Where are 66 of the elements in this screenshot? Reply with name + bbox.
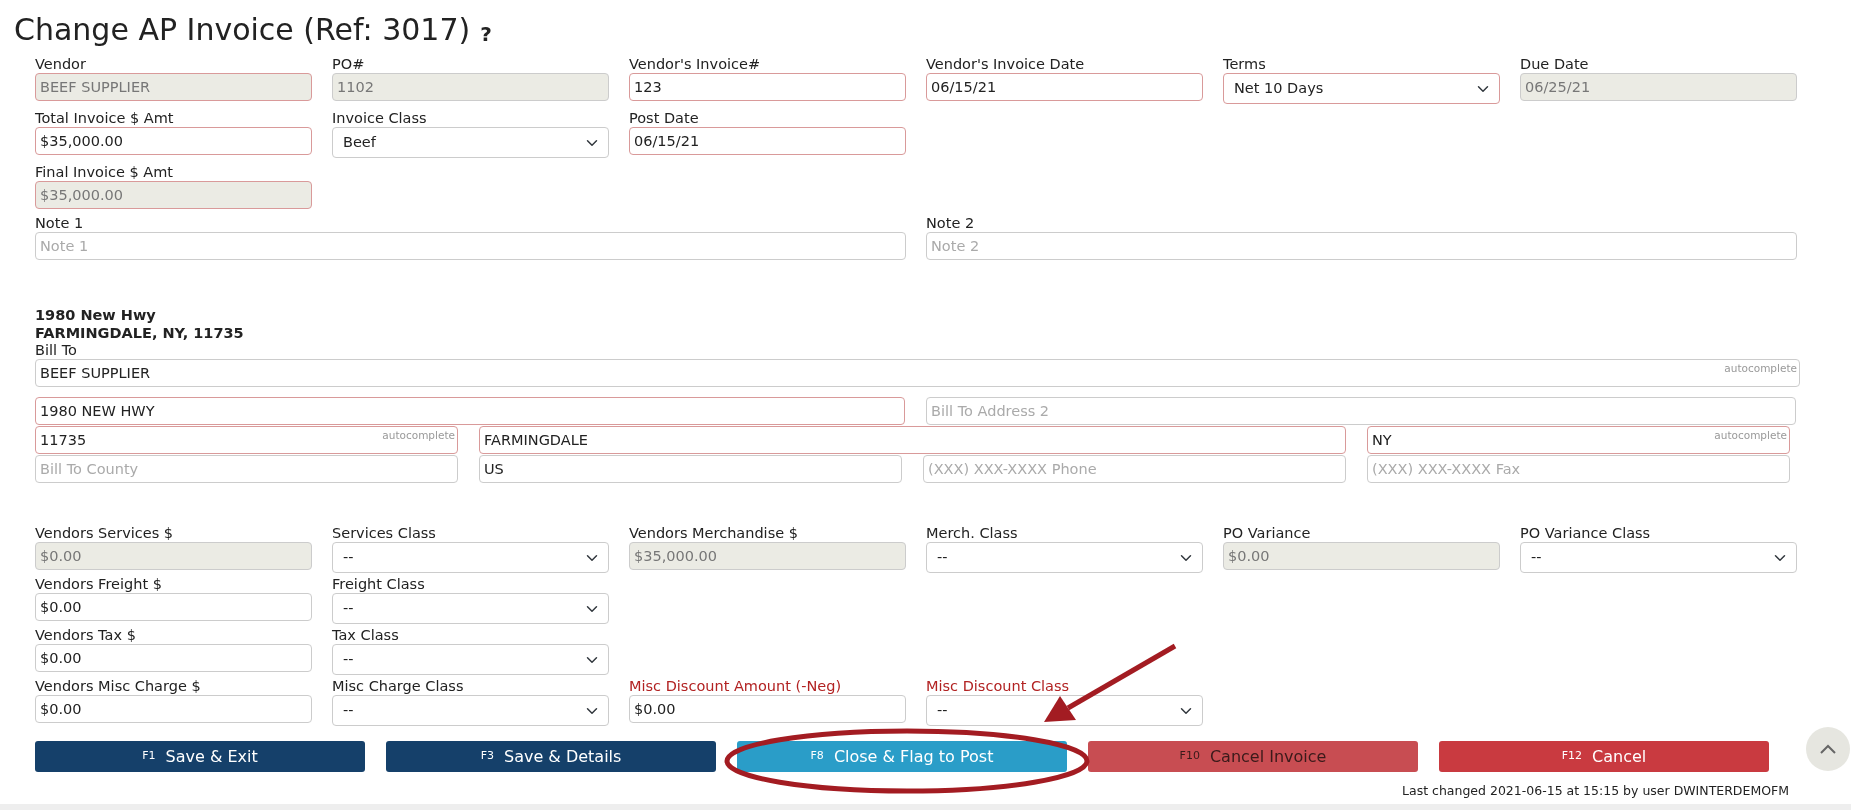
text-field[interactable]: 06/15/21 <box>926 73 1203 101</box>
field-label: Vendors Services $ <box>35 525 175 542</box>
field-label: Vendors Freight $ <box>35 576 163 593</box>
field-label: Vendor's Invoice# <box>629 56 762 73</box>
field-label: Note 2 <box>926 215 976 232</box>
last-changed-text: Last changed 2021-06-15 at 15:15 by user DWINTERDEMOFM <box>1401 782 1790 800</box>
action-button[interactable]: F12 Cancel <box>1439 741 1769 772</box>
field-label: Vendors Merchandise $ <box>629 525 799 542</box>
address-line: FARMINGDALE, NY, 11735 <box>35 324 245 342</box>
autocomplete-hint: autocomplete <box>1724 361 1797 376</box>
address-line: 1980 New Hwy <box>35 306 157 324</box>
field-label: Total Invoice $ Amt <box>35 110 175 127</box>
text-field[interactable]: $0.00 <box>35 695 312 723</box>
text-field[interactable]: 1980 NEW HWY <box>35 397 905 425</box>
field-label: Bill To <box>35 342 78 359</box>
dropdown[interactable]: -- <box>332 644 609 675</box>
dropdown[interactable]: -- <box>1520 542 1797 573</box>
text-field[interactable]: $0.00 <box>35 593 312 621</box>
field-label: Vendors Misc Charge $ <box>35 678 202 695</box>
text-field[interactable]: $35,000.00 <box>35 127 312 155</box>
action-button[interactable]: F3 Save & Details <box>386 741 716 772</box>
field-label: Misc Discount Amount (-Neg) <box>629 678 843 695</box>
field-label: Final Invoice $ Amt <box>35 164 175 181</box>
field-label: Misc Discount Class <box>926 678 1071 695</box>
scroll-to-top-button[interactable] <box>1806 727 1850 771</box>
page-title: Change AP Invoice (Ref: 3017) <box>14 12 471 48</box>
field-label: Note 1 <box>35 215 85 232</box>
field-label: Vendor's Invoice Date <box>926 56 1086 73</box>
field-label: PO Variance Class <box>1520 525 1652 542</box>
text-field[interactable]: $0.00 <box>629 695 906 723</box>
field-label: Services Class <box>332 525 437 542</box>
action-button[interactable]: F1 Save & Exit <box>35 741 365 772</box>
field-label: Invoice Class <box>332 110 428 127</box>
field-label: Tax Class <box>332 627 400 644</box>
text-field[interactable]: 123 <box>629 73 906 101</box>
field-label: Merch. Class <box>926 525 1019 542</box>
text-field[interactable]: Note 2 <box>926 232 1797 260</box>
text-field[interactable]: $0.00 <box>35 644 312 672</box>
text-field[interactable]: (XXX) XXX-XXXX Fax <box>1367 455 1790 483</box>
text-field[interactable]: (XXX) XXX-XXXX Phone <box>923 455 1346 483</box>
field-label: Terms <box>1223 56 1267 73</box>
field-label: Vendor <box>35 56 87 73</box>
field-label: Misc Charge Class <box>332 678 465 695</box>
field-label: PO# <box>332 56 366 73</box>
help-link[interactable]: ? <box>480 19 492 49</box>
text-field[interactable]: Bill To Address 2 <box>926 397 1796 425</box>
field-label: Post Date <box>629 110 700 127</box>
dropdown[interactable]: -- <box>332 593 609 624</box>
dropdown[interactable]: -- <box>926 695 1203 726</box>
dropdown[interactable]: Net 10 Days <box>1223 73 1500 104</box>
chevron-up-icon <box>1820 744 1836 754</box>
text-field[interactable]: 06/15/21 <box>629 127 906 155</box>
dropdown[interactable]: -- <box>926 542 1203 573</box>
dropdown[interactable]: -- <box>332 695 609 726</box>
text-field[interactable]: US <box>479 455 902 483</box>
text-field[interactable]: Bill To County <box>35 455 458 483</box>
field-label: Freight Class <box>332 576 426 593</box>
text-field[interactable]: FARMINGDALE <box>479 426 1346 454</box>
field-label: Vendors Tax $ <box>35 627 137 644</box>
autocomplete-hint: autocomplete <box>382 428 455 443</box>
text-field[interactable]: Note 1 <box>35 232 906 260</box>
autocomplete-hint: autocomplete <box>1714 428 1787 443</box>
dropdown[interactable]: Beef <box>332 127 609 158</box>
field-label: PO Variance <box>1223 525 1312 542</box>
dropdown[interactable]: -- <box>332 542 609 573</box>
field-label: Due Date <box>1520 56 1590 73</box>
